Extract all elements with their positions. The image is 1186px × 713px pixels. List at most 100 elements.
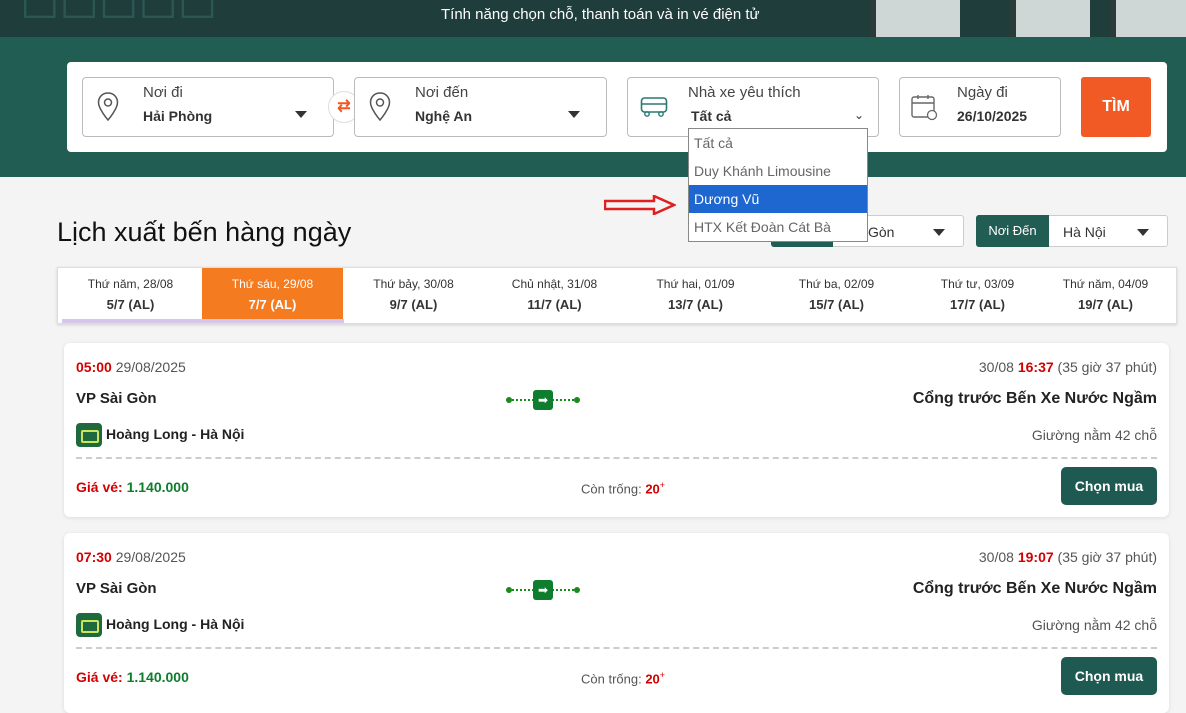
arrival-date: 30/08: [978, 549, 1014, 565]
destination-value: Nghệ An: [415, 108, 473, 124]
operator-name: Hoàng Long - Hà Nội: [106, 426, 245, 442]
price-label: Giá vé:: [76, 669, 123, 685]
route-arrow-icon: ➡: [506, 580, 580, 600]
operator-option[interactable]: Dương Vũ: [689, 185, 867, 213]
divider: [76, 647, 1157, 649]
date-tab[interactable]: Thứ bảy, 30/08 9/7 (AL): [343, 268, 484, 320]
date-tab-lunar: 11/7 (AL): [527, 297, 582, 312]
date-tab-day: Thứ ba, 02/09: [798, 277, 875, 291]
destination-label: Nơi đến: [415, 84, 469, 101]
buy-button[interactable]: Chọn mua: [1061, 657, 1157, 695]
banner-window: [1110, 0, 1186, 37]
date-tab[interactable]: Chủ nhật, 31/08 11/7 (AL): [484, 268, 625, 320]
price-value: 1.140.000: [126, 669, 189, 685]
chevron-down-icon: [295, 111, 307, 118]
bus-icon: [640, 97, 668, 117]
hero-banner: ☐☐☐☐☐ Tính năng chọn chỗ, thanh toán và …: [0, 0, 1186, 37]
destination-select[interactable]: Nơi đến Nghệ An: [354, 77, 607, 137]
price-label: Giá vé:: [76, 479, 123, 495]
departure-time: 07:30: [76, 549, 112, 565]
trip-card: 05:00 29/08/2025 30/08 16:37 (35 giờ 37 …: [64, 343, 1169, 517]
calendar-icon: [911, 95, 938, 121]
banner-decor: ☐☐☐☐☐: [20, 0, 218, 29]
seats-left: Còn trống: 20+: [581, 670, 666, 687]
origin-filter-value: Gòn: [868, 224, 895, 240]
location-pin-icon: [97, 92, 119, 122]
date-tab-day: Thứ năm, 28/08: [87, 277, 174, 291]
date-tab-lunar: 9/7 (AL): [389, 297, 438, 312]
destination-filter-value: Hà Nội: [1063, 224, 1106, 240]
date-scroll-indicator: [62, 319, 344, 323]
date-tab[interactable]: Thứ ba, 02/09 15/7 (AL): [766, 268, 907, 320]
date-tabs: Thứ năm, 28/08 5/7 (AL) Thứ sáu, 29/08 7/7…: [57, 267, 1177, 324]
chevron-down-icon: ⌄: [853, 108, 864, 122]
banner-tagline: Tính năng chọn chỗ, thanh toán và in vé …: [441, 6, 760, 23]
departure-date: 29/08/2025: [115, 359, 186, 375]
seats-count: 20: [645, 671, 660, 687]
location-pin-icon: [369, 92, 391, 122]
destination-filter[interactable]: Nơi Đến Hà Nội: [976, 215, 1168, 247]
chevron-down-icon: [568, 111, 580, 118]
arrival-info: 30/08 19:07 (35 giờ 37 phút): [979, 549, 1157, 565]
date-tab-lunar: 7/7 (AL): [248, 297, 297, 312]
operator-dropdown: Tất cả Duy Khánh Limousine Dương Vũ HTX …: [688, 128, 868, 242]
route-arrow-icon: ➡: [506, 390, 580, 410]
arrival-time: 16:37: [1017, 359, 1054, 375]
date-tab-lunar: 13/7 (AL): [668, 297, 723, 312]
operator-logo-icon: [76, 613, 102, 637]
chevron-down-icon: [1137, 229, 1149, 236]
origin-select[interactable]: Nơi đi Hải Phòng: [82, 77, 334, 137]
date-tab-active[interactable]: Thứ sáu, 29/08 7/7 (AL): [202, 268, 343, 320]
date-picker[interactable]: Ngày đi 26/10/2025: [899, 77, 1061, 137]
trip-duration: (35 giờ 37 phút): [1057, 549, 1157, 565]
operator-option[interactable]: Duy Khánh Limousine: [689, 157, 867, 185]
price-value: 1.140.000: [126, 479, 189, 495]
price-info: Giá vé: 1.140.000: [76, 479, 189, 495]
seat-type: Giường nằm 42 chỗ: [1031, 617, 1157, 633]
price-info: Giá vé: 1.140.000: [76, 669, 189, 685]
operator-option[interactable]: HTX Kết Đoàn Cát Bà: [689, 213, 867, 241]
date-tab[interactable]: Thứ tư, 03/09 17/7 (AL): [907, 268, 1048, 320]
divider: [76, 457, 1157, 459]
trip-origin: VP Sài Gòn: [76, 580, 157, 597]
operator-value: Tất cả: [691, 108, 732, 124]
seats-count: 20: [645, 481, 660, 497]
date-tab[interactable]: Thứ năm, 28/08 5/7 (AL): [60, 268, 201, 320]
banner-window: [1010, 0, 1090, 37]
operator-label: Nhà xe yêu thích: [688, 84, 801, 101]
operator-name: Hoàng Long - Hà Nội: [106, 616, 245, 632]
date-tab-day: Thứ hai, 01/09: [656, 277, 735, 291]
trip-card: 07:30 29/08/2025 30/08 19:07 (35 giờ 37 …: [64, 533, 1169, 713]
arrival-info: 30/08 16:37 (35 giờ 37 phút): [979, 359, 1157, 375]
origin-value: Hải Phòng: [143, 108, 213, 124]
departure-info: 07:30 29/08/2025: [76, 549, 186, 565]
destination-filter-label: Nơi Đến: [976, 215, 1049, 247]
departure-time: 05:00: [76, 359, 112, 375]
date-tab[interactable]: Thứ năm, 04/09 19/7 (AL): [1035, 268, 1176, 320]
date-tab-day: Thứ tư, 03/09: [940, 277, 1015, 291]
buy-button[interactable]: Chọn mua: [1061, 467, 1157, 505]
banner-window: [870, 0, 960, 37]
date-tab-day: Thứ sáu, 29/08: [231, 277, 314, 291]
date-tab-lunar: 15/7 (AL): [809, 297, 864, 312]
date-value: 26/10/2025: [957, 108, 1028, 124]
trip-destination: Cổng trước Bến Xe Nước Ngầm: [912, 580, 1157, 597]
chevron-down-icon: [933, 229, 945, 236]
search-button[interactable]: TÌM: [1081, 77, 1151, 137]
trip-origin: VP Sài Gòn: [76, 390, 157, 407]
seats-label: Còn trống:: [581, 481, 642, 497]
seat-type: Giường nằm 42 chỗ: [1031, 427, 1157, 443]
arrival-date: 30/08: [978, 359, 1014, 375]
red-arrow-icon: [604, 195, 676, 215]
date-tab-lunar: 5/7 (AL): [106, 297, 155, 312]
date-label: Ngày đi: [957, 84, 1008, 101]
date-tab-lunar: 19/7 (AL): [1078, 297, 1133, 312]
operator-logo-icon: [76, 423, 102, 447]
trip-duration: (35 giờ 37 phút): [1057, 359, 1157, 375]
page-title: Lịch xuất bến hàng ngày: [57, 217, 352, 247]
date-tab[interactable]: Thứ hai, 01/09 13/7 (AL): [625, 268, 766, 320]
arrival-time: 19:07: [1017, 549, 1054, 565]
departure-info: 05:00 29/08/2025: [76, 359, 186, 375]
operator-option[interactable]: Tất cả: [689, 129, 867, 157]
date-tab-day: Chủ nhật, 31/08: [511, 277, 598, 291]
